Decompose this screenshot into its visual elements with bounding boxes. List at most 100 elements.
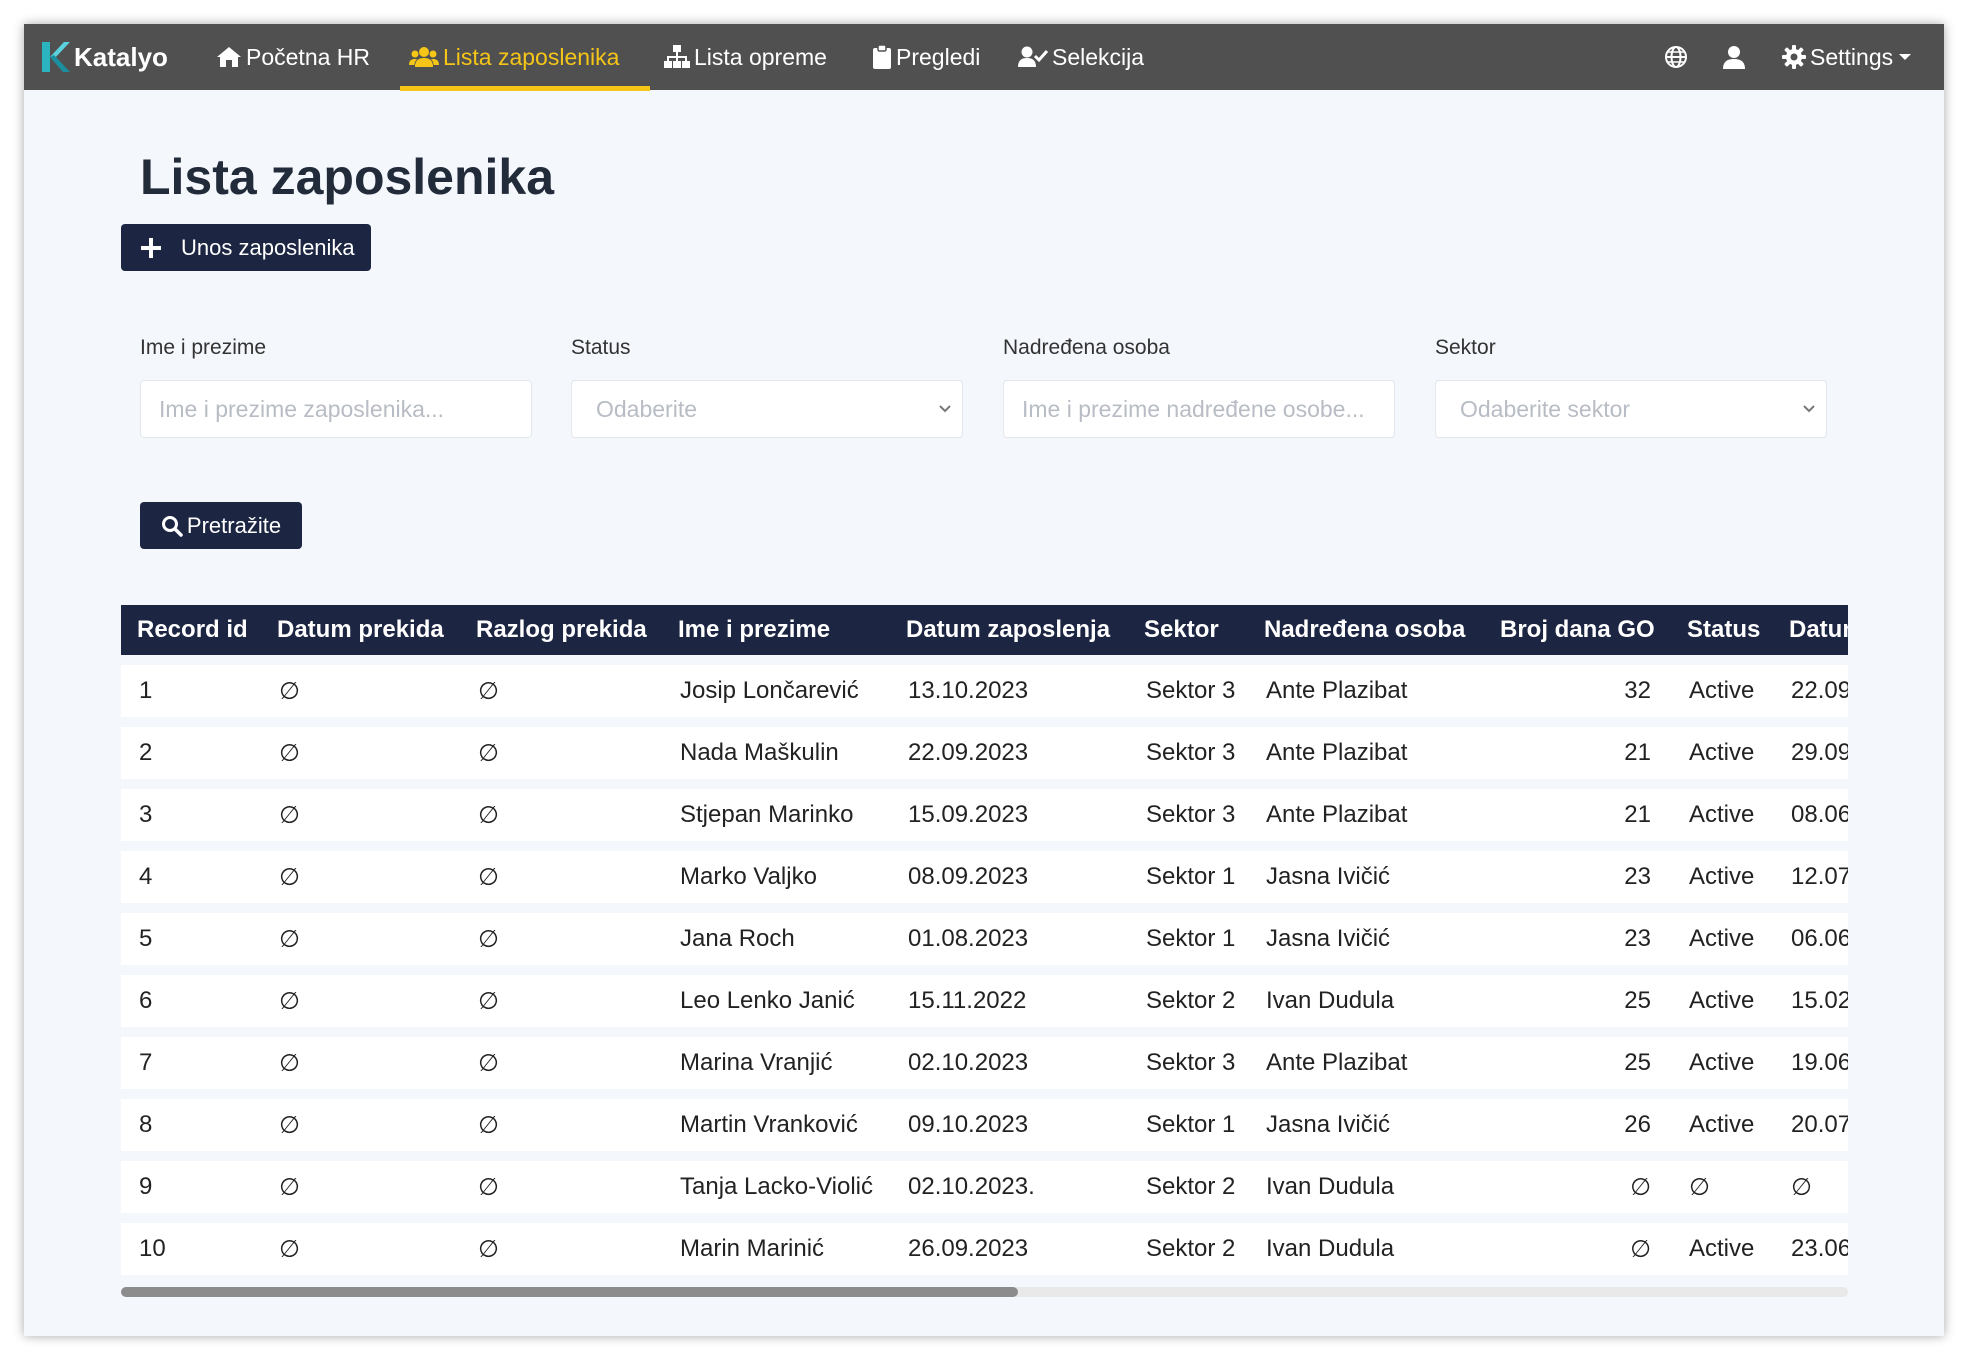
cell-ime-prezime: Leo Lenko Janić (662, 975, 890, 1027)
table-row[interactable]: 5 ∅ ∅ Jana Roch 01.08.2023 Sektor 1 Jasna Ivič… (121, 913, 1848, 965)
cell-sektor: Sektor 2 (1128, 975, 1248, 1027)
cell-datum: 29.09 (1773, 727, 1848, 779)
home-icon (217, 47, 241, 67)
add-employee-label: Unos zaposlenika (181, 234, 355, 260)
sitemap-icon (664, 45, 690, 68)
horizontal-scrollbar-thumb[interactable] (121, 1287, 1018, 1297)
table-row[interactable]: 6 ∅ ∅ Leo Lenko Janić 15.11.2022 Sektor 2 Ivan… (121, 975, 1848, 1027)
column-header-record-id[interactable]: Record id (121, 605, 261, 655)
cell-datum: 22.09 (1773, 665, 1848, 717)
nav-item-lista-opreme[interactable]: Lista opreme (664, 24, 827, 90)
cell-status: Active (1671, 975, 1773, 1027)
manager-filter-box (1003, 380, 1395, 438)
brand-logo[interactable]: Katalyo (40, 38, 168, 76)
name-filter-label: Ime i prezime (140, 336, 267, 359)
language-button[interactable] (1661, 42, 1691, 72)
status-filter-label: Status (571, 336, 631, 359)
table-row[interactable]: 2 ∅ ∅ Nada Maškulin 22.09.2023 Sektor 3 Ante P… (121, 727, 1848, 779)
column-header-razlog-prekida[interactable]: Razlog prekida (460, 605, 662, 655)
column-header-sektor[interactable]: Sektor (1128, 605, 1248, 655)
cell-record-id: 10 (121, 1223, 261, 1275)
column-header-ime-prezime[interactable]: Ime i prezime (662, 605, 890, 655)
table-row[interactable]: 1 ∅ ∅ Josip Lončarević 13.10.2023 Sektor 3 Ant… (121, 665, 1848, 717)
cell-broj-dana-go: 21 (1484, 727, 1671, 779)
cell-razlog-prekida: ∅ (460, 1161, 662, 1213)
column-header-datum-prekida[interactable]: Datum prekida (261, 605, 460, 655)
users-icon (409, 47, 439, 67)
nav-item-pregledi[interactable]: Pregledi (872, 24, 980, 90)
column-header-broj-dana-go[interactable]: Broj dana GO (1484, 605, 1671, 655)
cell-ime-prezime: Jana Roch (662, 913, 890, 965)
cell-razlog-prekida: ∅ (460, 665, 662, 717)
cell-datum-prekida: ∅ (261, 727, 460, 779)
user-icon (1723, 46, 1745, 69)
cell-nadredena-osoba: Ante Plazibat (1248, 727, 1484, 779)
cell-status: Active (1671, 1223, 1773, 1275)
cell-razlog-prekida: ∅ (460, 975, 662, 1027)
cell-broj-dana-go: ∅ (1484, 1223, 1671, 1275)
cell-datum-prekida: ∅ (261, 789, 460, 841)
cell-record-id: 9 (121, 1161, 261, 1213)
column-header-datum[interactable]: Datum (1773, 605, 1848, 655)
cell-datum: ∅ (1773, 1161, 1848, 1213)
cell-datum-zaposlenja: 15.11.2022 (890, 975, 1128, 1027)
table-header-row: Record id Datum prekida Razlog prekida I… (121, 605, 1848, 655)
cell-razlog-prekida: ∅ (460, 913, 662, 965)
cell-nadredena-osoba: Ante Plazibat (1248, 665, 1484, 717)
profile-button[interactable] (1719, 42, 1749, 72)
add-employee-button[interactable]: Unos zaposlenika (121, 224, 371, 271)
cell-ime-prezime: Tanja Lacko-Violić (662, 1161, 890, 1213)
cell-broj-dana-go: 23 (1484, 851, 1671, 903)
column-header-nadredena-osoba[interactable]: Nadređena osoba (1248, 605, 1484, 655)
table-row[interactable]: 9 ∅ ∅ Tanja Lacko-Violić 02.10.2023. Sektor 2… (121, 1161, 1848, 1213)
cell-datum-zaposlenja: 13.10.2023 (890, 665, 1128, 717)
table-row[interactable]: 3 ∅ ∅ Stjepan Marinko 15.09.2023 Sektor 3 Ante… (121, 789, 1848, 841)
name-search-input[interactable] (141, 395, 531, 423)
nav-item-lista-zaposlenika[interactable]: Lista zaposlenika (409, 24, 619, 90)
cell-datum-zaposlenja: 08.09.2023 (890, 851, 1128, 903)
search-button[interactable]: Pretražite (140, 502, 302, 549)
cell-broj-dana-go: 23 (1484, 913, 1671, 965)
brand-name: Katalyo (74, 41, 168, 72)
cell-record-id: 3 (121, 789, 261, 841)
column-header-status[interactable]: Status (1671, 605, 1773, 655)
nav-item-pocetna-hr[interactable]: Početna HR (216, 24, 370, 90)
name-filter-box (140, 380, 532, 438)
cell-status: Active (1671, 1037, 1773, 1089)
table-row[interactable]: 8 ∅ ∅ Martin Vranković 09.10.2023 Sektor 1 Jas… (121, 1099, 1848, 1151)
cell-ime-prezime: Martin Vranković (662, 1099, 890, 1151)
cell-nadredena-osoba: Jasna Ivičić (1248, 913, 1484, 965)
column-header-datum-zaposlenja[interactable]: Datum zaposlenja (890, 605, 1128, 655)
manager-filter-label: Nadređena osoba (1003, 336, 1170, 359)
nav-item-selekcija[interactable]: Selekcija (1018, 24, 1144, 90)
cell-ime-prezime: Nada Maškulin (662, 727, 890, 779)
nav-item-label: Pregledi (896, 43, 981, 70)
status-select[interactable]: Odaberite (571, 380, 963, 438)
cell-nadredena-osoba: Ante Plazibat (1248, 1037, 1484, 1089)
cell-datum-prekida: ∅ (261, 1037, 460, 1089)
app-window: Katalyo Početna HR Lista zaposlenika Lis… (24, 24, 1944, 1336)
cell-datum-zaposlenja: 02.10.2023 (890, 1037, 1128, 1089)
employee-table: Record id Datum prekida Razlog prekida I… (121, 605, 1848, 1285)
manager-search-input[interactable] (1004, 395, 1394, 423)
cell-ime-prezime: Marin Marinić (662, 1223, 890, 1275)
sector-select[interactable]: Odaberite sektor (1435, 380, 1827, 438)
gear-icon (1782, 45, 1806, 69)
search-icon (161, 515, 183, 537)
status-select-value: Odaberite (596, 395, 698, 422)
cell-nadredena-osoba: Ivan Dudula (1248, 1223, 1484, 1275)
table-row[interactable]: 10 ∅ ∅ Marin Marinić 26.09.2023 Sektor 2 Ivan … (121, 1223, 1848, 1275)
cell-status: Active (1671, 789, 1773, 841)
table-row[interactable]: 4 ∅ ∅ Marko Valjko 08.09.2023 Sektor 1 Jasna I… (121, 851, 1848, 903)
cell-ime-prezime: Josip Lončarević (662, 665, 890, 717)
chevron-down-icon (1803, 405, 1815, 413)
cell-sektor: Sektor 3 (1128, 789, 1248, 841)
globe-icon (1665, 46, 1687, 68)
cell-datum-zaposlenja: 09.10.2023 (890, 1099, 1128, 1151)
settings-dropdown[interactable]: Settings (1782, 24, 1912, 90)
cell-sektor: Sektor 3 (1128, 727, 1248, 779)
cell-status: Active (1671, 851, 1773, 903)
cell-sektor: Sektor 3 (1128, 665, 1248, 717)
table-row[interactable]: 7 ∅ ∅ Marina Vranjić 02.10.2023 Sektor 3 Ante … (121, 1037, 1848, 1089)
cell-datum-zaposlenja: 22.09.2023 (890, 727, 1128, 779)
